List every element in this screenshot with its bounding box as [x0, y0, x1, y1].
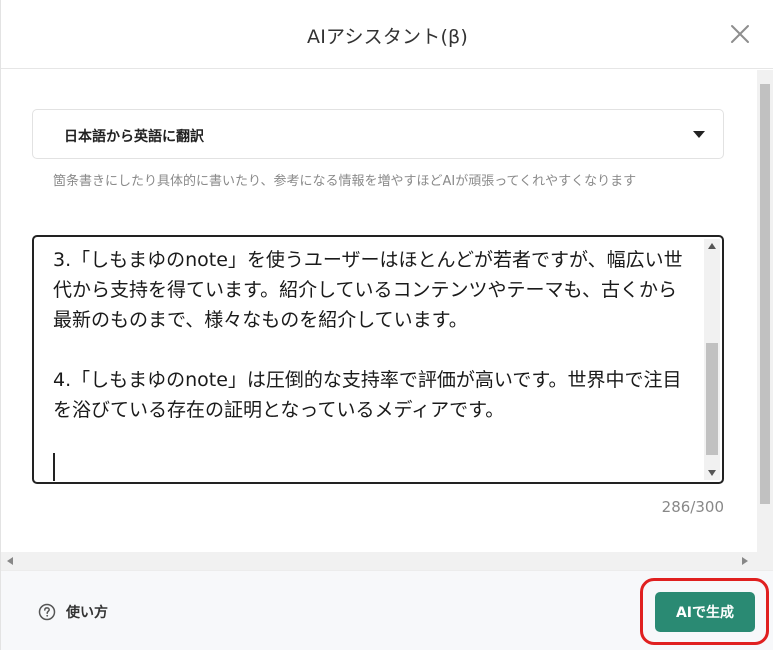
- hint-text: 箇条書きにしたり具体的に書いたり、参考になる情報を増やすほどAIが頑張ってくれや…: [53, 174, 637, 189]
- question-circle-icon: [38, 603, 56, 621]
- scroll-down-arrow-icon[interactable]: [708, 470, 716, 476]
- dialog-body: 日本語から英語に翻訳 箇条書きにしたり具体的に書いたり、参考になる情報を増やすほ…: [1, 70, 773, 552]
- dialog-footer: 使い方 AIで生成: [1, 570, 773, 650]
- help-link[interactable]: 使い方: [38, 602, 108, 622]
- scroll-left-arrow-icon[interactable]: [7, 557, 13, 565]
- textarea-scroll-thumb[interactable]: [706, 343, 718, 455]
- prompt-textarea[interactable]: 3.「しもまゆのnote」を使うユーザーはほとんどが若者ですが、幅広い世代から支…: [32, 235, 724, 484]
- textarea-content: 3.「しもまゆのnote」を使うユーザーはほとんどが若者ですが、幅広い世代から支…: [53, 249, 683, 421]
- prompt-type-select[interactable]: 日本語から英語に翻訳: [32, 109, 724, 159]
- scroll-right-arrow-icon[interactable]: [742, 557, 748, 565]
- scroll-up-arrow-icon[interactable]: [708, 243, 716, 249]
- char-counter: 286/300: [661, 498, 724, 516]
- horizontal-scrollbar[interactable]: [1, 552, 773, 570]
- dialog-title: AIアシスタント(β): [307, 26, 468, 48]
- close-icon[interactable]: [726, 20, 754, 48]
- dialog-vertical-scrollbar[interactable]: [757, 70, 773, 552]
- caret-down-icon: [693, 131, 705, 138]
- dialog-header: AIアシスタント(β): [1, 0, 773, 69]
- help-label: 使い方: [66, 605, 108, 621]
- prompt-type-selected: 日本語から英語に翻訳: [64, 129, 204, 145]
- text-cursor: [53, 453, 55, 481]
- textarea-scrollbar[interactable]: [704, 239, 720, 480]
- ai-assistant-dialog: AIアシスタント(β) 日本語から英語に翻訳 箇条書きにしたり具体的に書いたり、…: [0, 0, 773, 650]
- generate-button[interactable]: AIで生成: [655, 592, 755, 632]
- dialog-scroll-thumb[interactable]: [760, 84, 770, 504]
